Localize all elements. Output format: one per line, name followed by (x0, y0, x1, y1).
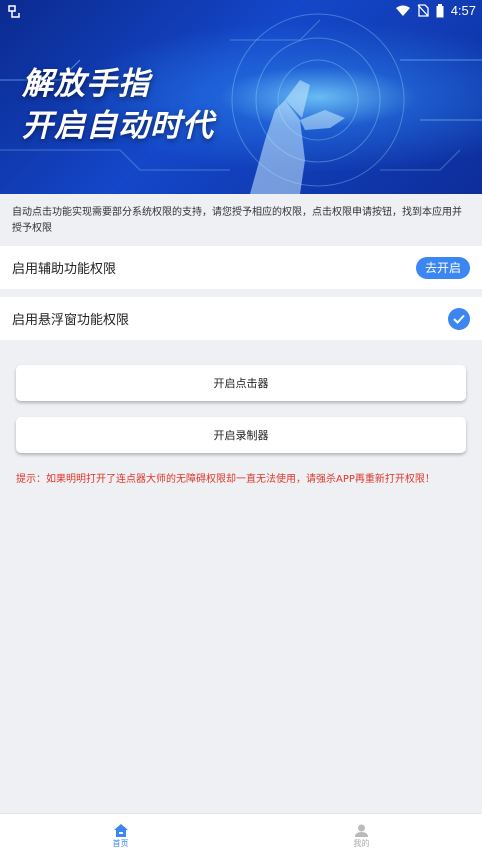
permission-row-overlay[interactable]: 启用悬浮窗功能权限 (0, 297, 482, 340)
home-icon (113, 823, 128, 837)
start-clicker-button[interactable]: 开启点击器 (16, 365, 466, 401)
app-logo-icon (8, 5, 20, 18)
tab-label: 我的 (353, 838, 370, 848)
permission-label: 启用悬浮窗功能权限 (12, 313, 130, 328)
clock: 4:57 (450, 3, 476, 18)
permission-notice: 自动点击功能实现需要部分系统权限的支持，请您授予相应的权限，点击权限申请按钮，找… (0, 194, 482, 245)
battery-icon (436, 3, 444, 17)
permission-label: 启用辅助功能权限 (12, 262, 117, 277)
tab-profile[interactable]: 我的 (241, 814, 482, 858)
banner-title-line1: 解放手指 (22, 66, 150, 102)
check-circle-icon (448, 307, 470, 330)
status-bar: 4:57 (0, 0, 482, 22)
permission-row-accessibility[interactable]: 启用辅助功能权限 去开启 (0, 246, 482, 289)
enable-accessibility-button[interactable]: 去开启 (415, 256, 470, 279)
tab-label: 首页 (112, 838, 129, 848)
user-icon (355, 824, 368, 837)
tip-text: 提示：如果明明打开了连点器大师的无障碍权限却一直无法使用，请强杀APP再重新打开… (16, 474, 435, 485)
status-icons: 4:57 (395, 3, 476, 18)
wifi-icon (395, 5, 410, 16)
tab-home[interactable]: 首页 (0, 814, 241, 858)
no-sim-icon (417, 4, 429, 17)
hero-banner: 4:57 解放手指 开启自动时代 (0, 0, 482, 194)
banner-title-line2: 开启自动时代 (22, 108, 214, 144)
bottom-tab-bar: 首页 我的 (0, 813, 482, 858)
start-recorder-button[interactable]: 开启录制器 (16, 417, 466, 453)
